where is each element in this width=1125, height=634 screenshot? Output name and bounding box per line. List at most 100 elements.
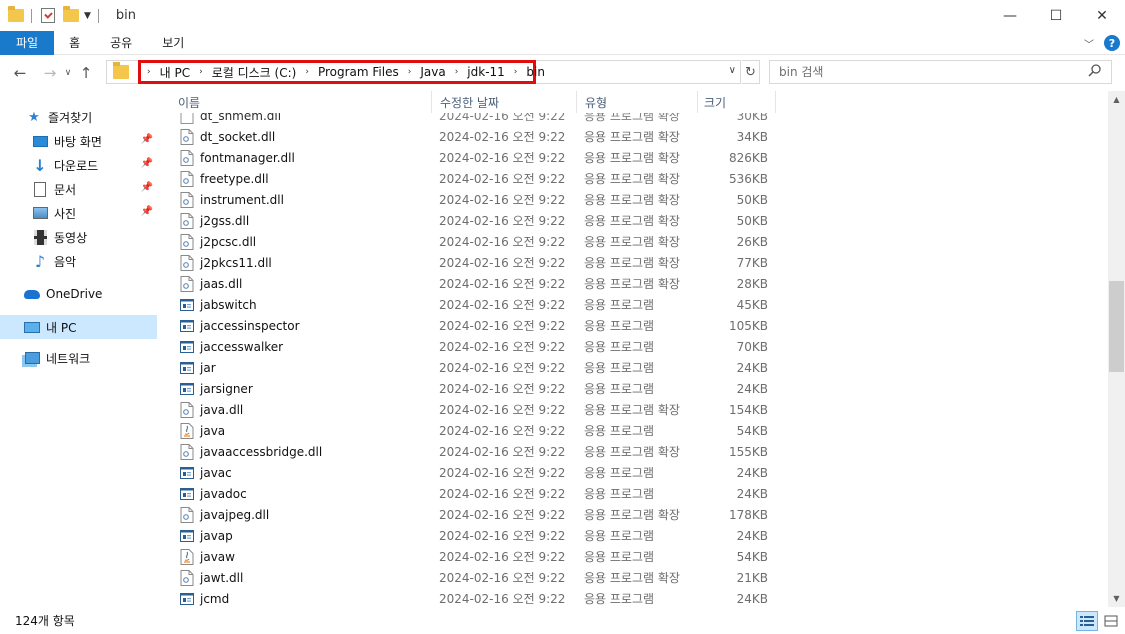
tab-share[interactable]: 공유: [95, 31, 147, 55]
sidebar-item-videos[interactable]: 동영상: [0, 225, 157, 249]
table-row[interactable]: jawt.dll 2024-02-16 오전 9:22 응용 프로그램 확장 21KB: [160, 567, 1108, 588]
table-row[interactable]: java.dll 2024-02-16 오전 9:22 응용 프로그램 확장 154K…: [160, 399, 1108, 420]
table-row[interactable]: javaaccessbridge.dll 2024-02-16 오전 9:22 응용…: [160, 441, 1108, 462]
table-row[interactable]: fontmanager.dll 2024-02-16 오전 9:22 응용 프로그램…: [160, 147, 1108, 168]
large-icons-view-icon[interactable]: [1100, 611, 1122, 631]
close-button[interactable]: ✕: [1079, 0, 1125, 31]
table-row[interactable]: j2pkcs11.dll 2024-02-16 오전 9:22 응용 프로그램 확장…: [160, 252, 1108, 273]
back-arrow-icon[interactable]: ←: [9, 62, 31, 84]
scroll-up-arrow-icon[interactable]: ▲: [1108, 91, 1125, 108]
file-size: 26KB: [736, 234, 768, 249]
chevron-right-icon[interactable]: ›: [199, 67, 203, 77]
table-row[interactable]: javaw 2024-02-16 오전 9:22 응용 프로그램 54KB: [160, 546, 1108, 567]
table-row[interactable]: jar 2024-02-16 오전 9:22 응용 프로그램 24KB: [160, 357, 1108, 378]
dll-file-icon: [180, 149, 194, 166]
sidebar-item-desktop[interactable]: 바탕 화면 📌: [0, 129, 157, 153]
file-name: javac: [200, 465, 232, 480]
chevron-right-icon[interactable]: ›: [408, 67, 412, 77]
minimize-button[interactable]: —: [987, 0, 1033, 31]
dll-file-icon: [180, 128, 194, 145]
breadcrumb-item-local-disk[interactable]: 로컬 디스크 (C:): [212, 64, 297, 81]
file-type: 응용 프로그램: [584, 592, 655, 606]
forward-arrow-icon[interactable]: →: [39, 62, 61, 84]
file-size: 54KB: [736, 423, 768, 438]
address-bar[interactable]: › 내 PC › 로컬 디스크 (C:) › Program Files › J…: [106, 60, 741, 84]
tab-view[interactable]: 보기: [147, 31, 199, 55]
column-label: 이름: [178, 95, 201, 110]
tab-file[interactable]: 파일: [0, 30, 55, 55]
file-name: freetype.dll: [200, 171, 269, 186]
file-name-cell: jar: [160, 360, 432, 376]
pin-icon[interactable]: 📌: [141, 206, 153, 217]
table-row[interactable]: java 2024-02-16 오전 9:22 응용 프로그램 54KB: [160, 420, 1108, 441]
pin-icon[interactable]: 📌: [141, 158, 153, 169]
table-row[interactable]: jaccessinspector 2024-02-16 오전 9:22 응용 프로그…: [160, 315, 1108, 336]
file-name-cell: java: [160, 422, 432, 439]
table-row[interactable]: javajpeg.dll 2024-02-16 오전 9:22 응용 프로그램 확장…: [160, 504, 1108, 525]
scrollbar-thumb[interactable]: [1109, 281, 1124, 372]
sidebar-item-documents[interactable]: 문서 📌: [0, 177, 157, 201]
customize-toolbar-dropdown-icon[interactable]: ▼: [84, 11, 91, 21]
help-icon[interactable]: ?: [1104, 35, 1120, 51]
search-input[interactable]: [779, 65, 1069, 79]
pictures-icon: [32, 205, 48, 221]
column-header-type[interactable]: 유형: [577, 91, 698, 113]
sidebar-item-network[interactable]: 네트워크: [0, 346, 157, 370]
table-row[interactable]: jcmd 2024-02-16 오전 9:22 응용 프로그램 24KB: [160, 588, 1108, 607]
breadcrumb-item-java[interactable]: Java: [420, 65, 445, 79]
divider: [97, 8, 99, 23]
expand-ribbon-chevron-icon[interactable]: ﹀: [1084, 36, 1094, 51]
chevron-right-icon[interactable]: ›: [514, 67, 518, 77]
sidebar-item-label: 문서: [54, 182, 77, 197]
table-row[interactable]: jaccesswalker 2024-02-16 오전 9:22 응용 프로그램 70…: [160, 336, 1108, 357]
chevron-right-icon[interactable]: ›: [455, 67, 459, 77]
maximize-button[interactable]: ☐: [1033, 0, 1079, 31]
column-header-date[interactable]: 수정한 날짜: [432, 91, 577, 113]
table-row[interactable]: j2gss.dll 2024-02-16 오전 9:22 응용 프로그램 확장 50K…: [160, 210, 1108, 231]
chevron-right-icon[interactable]: ›: [147, 67, 151, 77]
file-name-cell: jaccesswalker: [160, 339, 432, 355]
file-name-cell: j2gss.dll: [160, 212, 432, 229]
scroll-down-arrow-icon[interactable]: ▼: [1108, 590, 1125, 607]
table-row[interactable]: freetype.dll 2024-02-16 오전 9:22 응용 프로그램 확장…: [160, 168, 1108, 189]
pin-icon[interactable]: 📌: [141, 182, 153, 193]
file-type: 응용 프로그램: [584, 424, 655, 438]
breadcrumb-item-program-files[interactable]: Program Files: [318, 65, 399, 79]
table-row[interactable]: instrument.dll 2024-02-16 오전 9:22 응용 프로그램 …: [160, 189, 1108, 210]
sidebar-item-label: 네트워크: [46, 351, 91, 366]
file-size: 45KB: [736, 297, 768, 312]
table-row[interactable]: dt_socket.dll 2024-02-16 오전 9:22 응용 프로그램 확…: [160, 126, 1108, 147]
refresh-icon[interactable]: ↻: [742, 60, 760, 84]
vertical-scrollbar[interactable]: ▲ ▼: [1108, 91, 1125, 607]
sidebar-item-music[interactable]: ♪ 음악: [0, 249, 157, 273]
breadcrumb-item-bin[interactable]: bin: [526, 65, 545, 79]
tab-home[interactable]: 홈: [54, 31, 95, 55]
table-row[interactable]: javac 2024-02-16 오전 9:22 응용 프로그램 24KB: [160, 462, 1108, 483]
recent-locations-chevron-icon[interactable]: ∨: [61, 62, 75, 84]
up-arrow-icon[interactable]: ↑: [75, 62, 97, 84]
table-row[interactable]: jarsigner 2024-02-16 오전 9:22 응용 프로그램 24KB: [160, 378, 1108, 399]
sidebar-item-this-pc[interactable]: 내 PC: [0, 315, 157, 339]
table-row[interactable]: jabswitch 2024-02-16 오전 9:22 응용 프로그램 45KB: [160, 294, 1108, 315]
sidebar-item-quick-access[interactable]: ★ 즐겨찾기: [0, 105, 157, 129]
table-row[interactable]: javap 2024-02-16 오전 9:22 응용 프로그램 24KB: [160, 525, 1108, 546]
properties-icon[interactable]: [41, 8, 55, 23]
table-row[interactable]: jaas.dll 2024-02-16 오전 9:22 응용 프로그램 확장 28KB: [160, 273, 1108, 294]
breadcrumb-item-jdk[interactable]: jdk-11: [467, 65, 505, 79]
new-folder-icon[interactable]: [63, 6, 79, 22]
pin-icon[interactable]: 📌: [141, 134, 153, 145]
sidebar-item-pictures[interactable]: 사진 📌: [0, 201, 157, 225]
chevron-right-icon[interactable]: ›: [305, 67, 309, 77]
column-header-size[interactable]: 크기: [698, 91, 776, 113]
details-view-icon[interactable]: [1076, 611, 1098, 631]
file-type: 응용 프로그램 확장: [584, 214, 680, 228]
search-icon[interactable]: [1088, 64, 1101, 77]
address-history-dropdown-icon[interactable]: ∨: [729, 65, 736, 76]
breadcrumb-item-this-pc[interactable]: 내 PC: [160, 64, 190, 81]
sidebar-item-onedrive[interactable]: OneDrive: [0, 282, 157, 306]
search-box[interactable]: [769, 60, 1112, 84]
column-header-name[interactable]: 이름 ^: [160, 91, 432, 113]
table-row[interactable]: javadoc 2024-02-16 오전 9:22 응용 프로그램 24KB: [160, 483, 1108, 504]
sidebar-item-downloads[interactable]: ↓ 다운로드 📌: [0, 153, 157, 177]
table-row[interactable]: j2pcsc.dll 2024-02-16 오전 9:22 응용 프로그램 확장 26…: [160, 231, 1108, 252]
